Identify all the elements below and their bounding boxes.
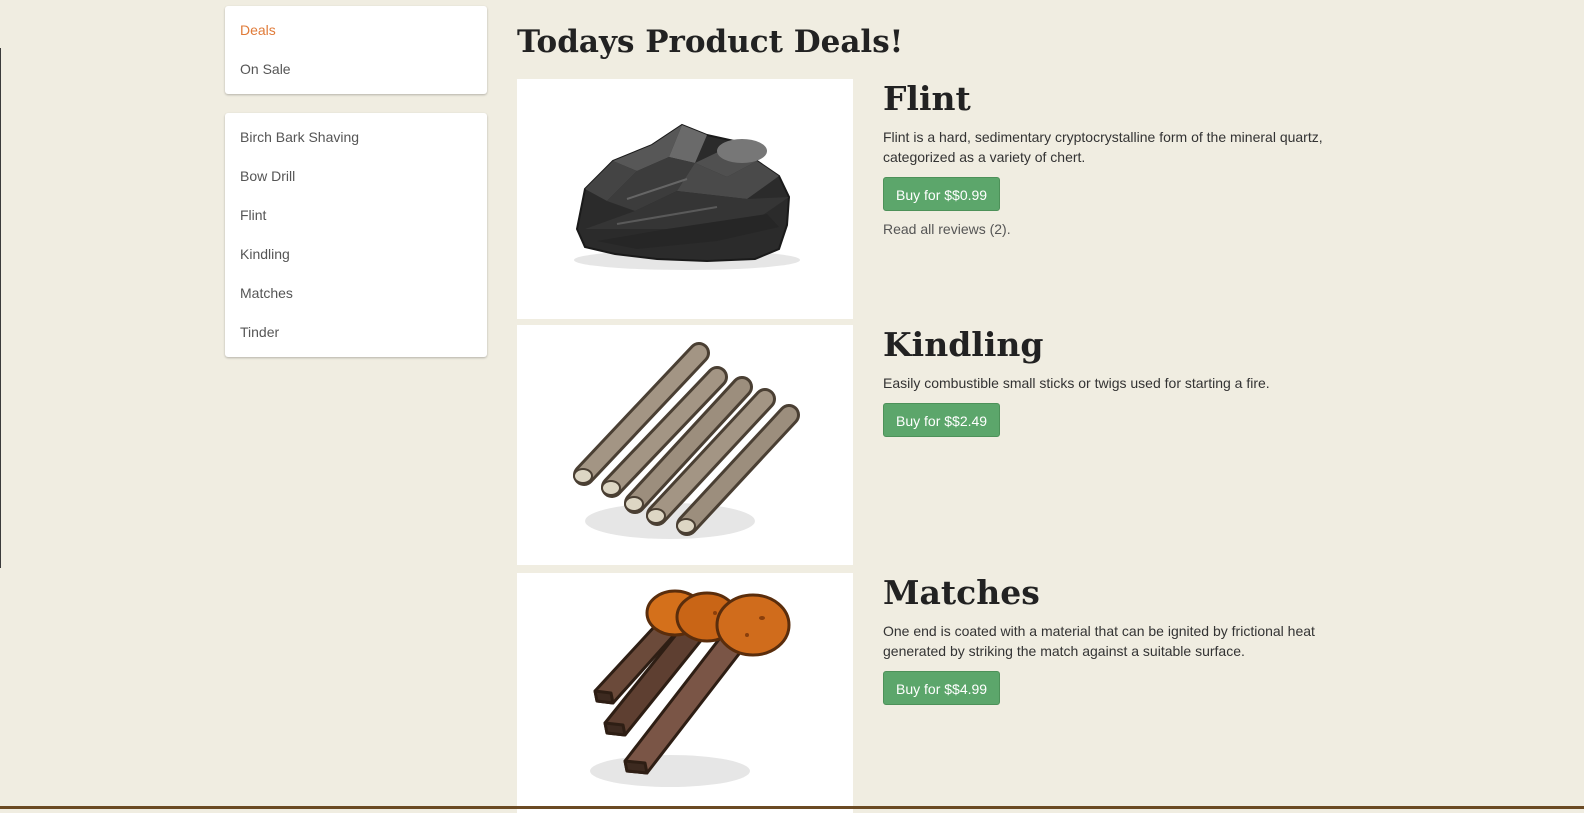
product-description: Flint is a hard, sedimentary cryptocryst… bbox=[883, 129, 1323, 165]
product-card: Matches One end is coated with a materia… bbox=[517, 573, 1417, 813]
window-edge bbox=[0, 48, 1, 568]
nav-item-bow-drill[interactable]: Bow Drill bbox=[225, 157, 487, 196]
buy-button[interactable]: Buy for $$2.49 bbox=[883, 403, 1001, 437]
product-card: Kindling Easily combustible small sticks… bbox=[517, 325, 1417, 565]
product-description: Easily combustible small sticks or twigs… bbox=[883, 375, 1270, 391]
nav-item-kindling[interactable]: Kindling bbox=[225, 235, 487, 274]
product-image[interactable] bbox=[517, 79, 853, 319]
matches-icon bbox=[590, 589, 791, 787]
kindling-sticks-icon bbox=[573, 342, 800, 539]
product-info: Matches One end is coated with a materia… bbox=[883, 573, 1363, 705]
product-card: Flint Flint is a hard, sedimentary crypt… bbox=[517, 79, 1417, 319]
nav-item-deals[interactable]: Deals bbox=[225, 11, 487, 50]
nav-item-on-sale[interactable]: On Sale bbox=[225, 50, 487, 89]
nav-item-flint[interactable]: Flint bbox=[225, 196, 487, 235]
product-name[interactable]: Flint bbox=[883, 79, 1363, 119]
sidebar: Deals On Sale Birch Bark Shaving Bow Dri… bbox=[225, 6, 487, 357]
product-image[interactable] bbox=[517, 573, 853, 813]
product-image[interactable] bbox=[517, 325, 853, 565]
buy-button[interactable]: Buy for $$4.99 bbox=[883, 671, 1001, 705]
product-name[interactable]: Kindling bbox=[883, 325, 1363, 365]
product-info: Flint Flint is a hard, sedimentary crypt… bbox=[883, 79, 1363, 237]
page-title: Todays Product Deals! bbox=[517, 24, 904, 60]
product-info: Kindling Easily combustible small sticks… bbox=[883, 325, 1363, 437]
buy-button[interactable]: Buy for $$0.99 bbox=[883, 177, 1001, 211]
nav-item-tinder[interactable]: Tinder bbox=[225, 313, 487, 352]
deals-nav-panel: Deals On Sale bbox=[225, 6, 487, 94]
nav-item-birch-bark-shaving[interactable]: Birch Bark Shaving bbox=[225, 118, 487, 157]
flint-rock-icon bbox=[574, 123, 800, 270]
product-description: One end is coated with a material that c… bbox=[883, 623, 1315, 659]
read-reviews-link[interactable]: Read all reviews (2). bbox=[883, 221, 1363, 237]
nav-item-matches[interactable]: Matches bbox=[225, 274, 487, 313]
category-nav-panel: Birch Bark Shaving Bow Drill Flint Kindl… bbox=[225, 113, 487, 357]
product-name[interactable]: Matches bbox=[883, 573, 1363, 613]
